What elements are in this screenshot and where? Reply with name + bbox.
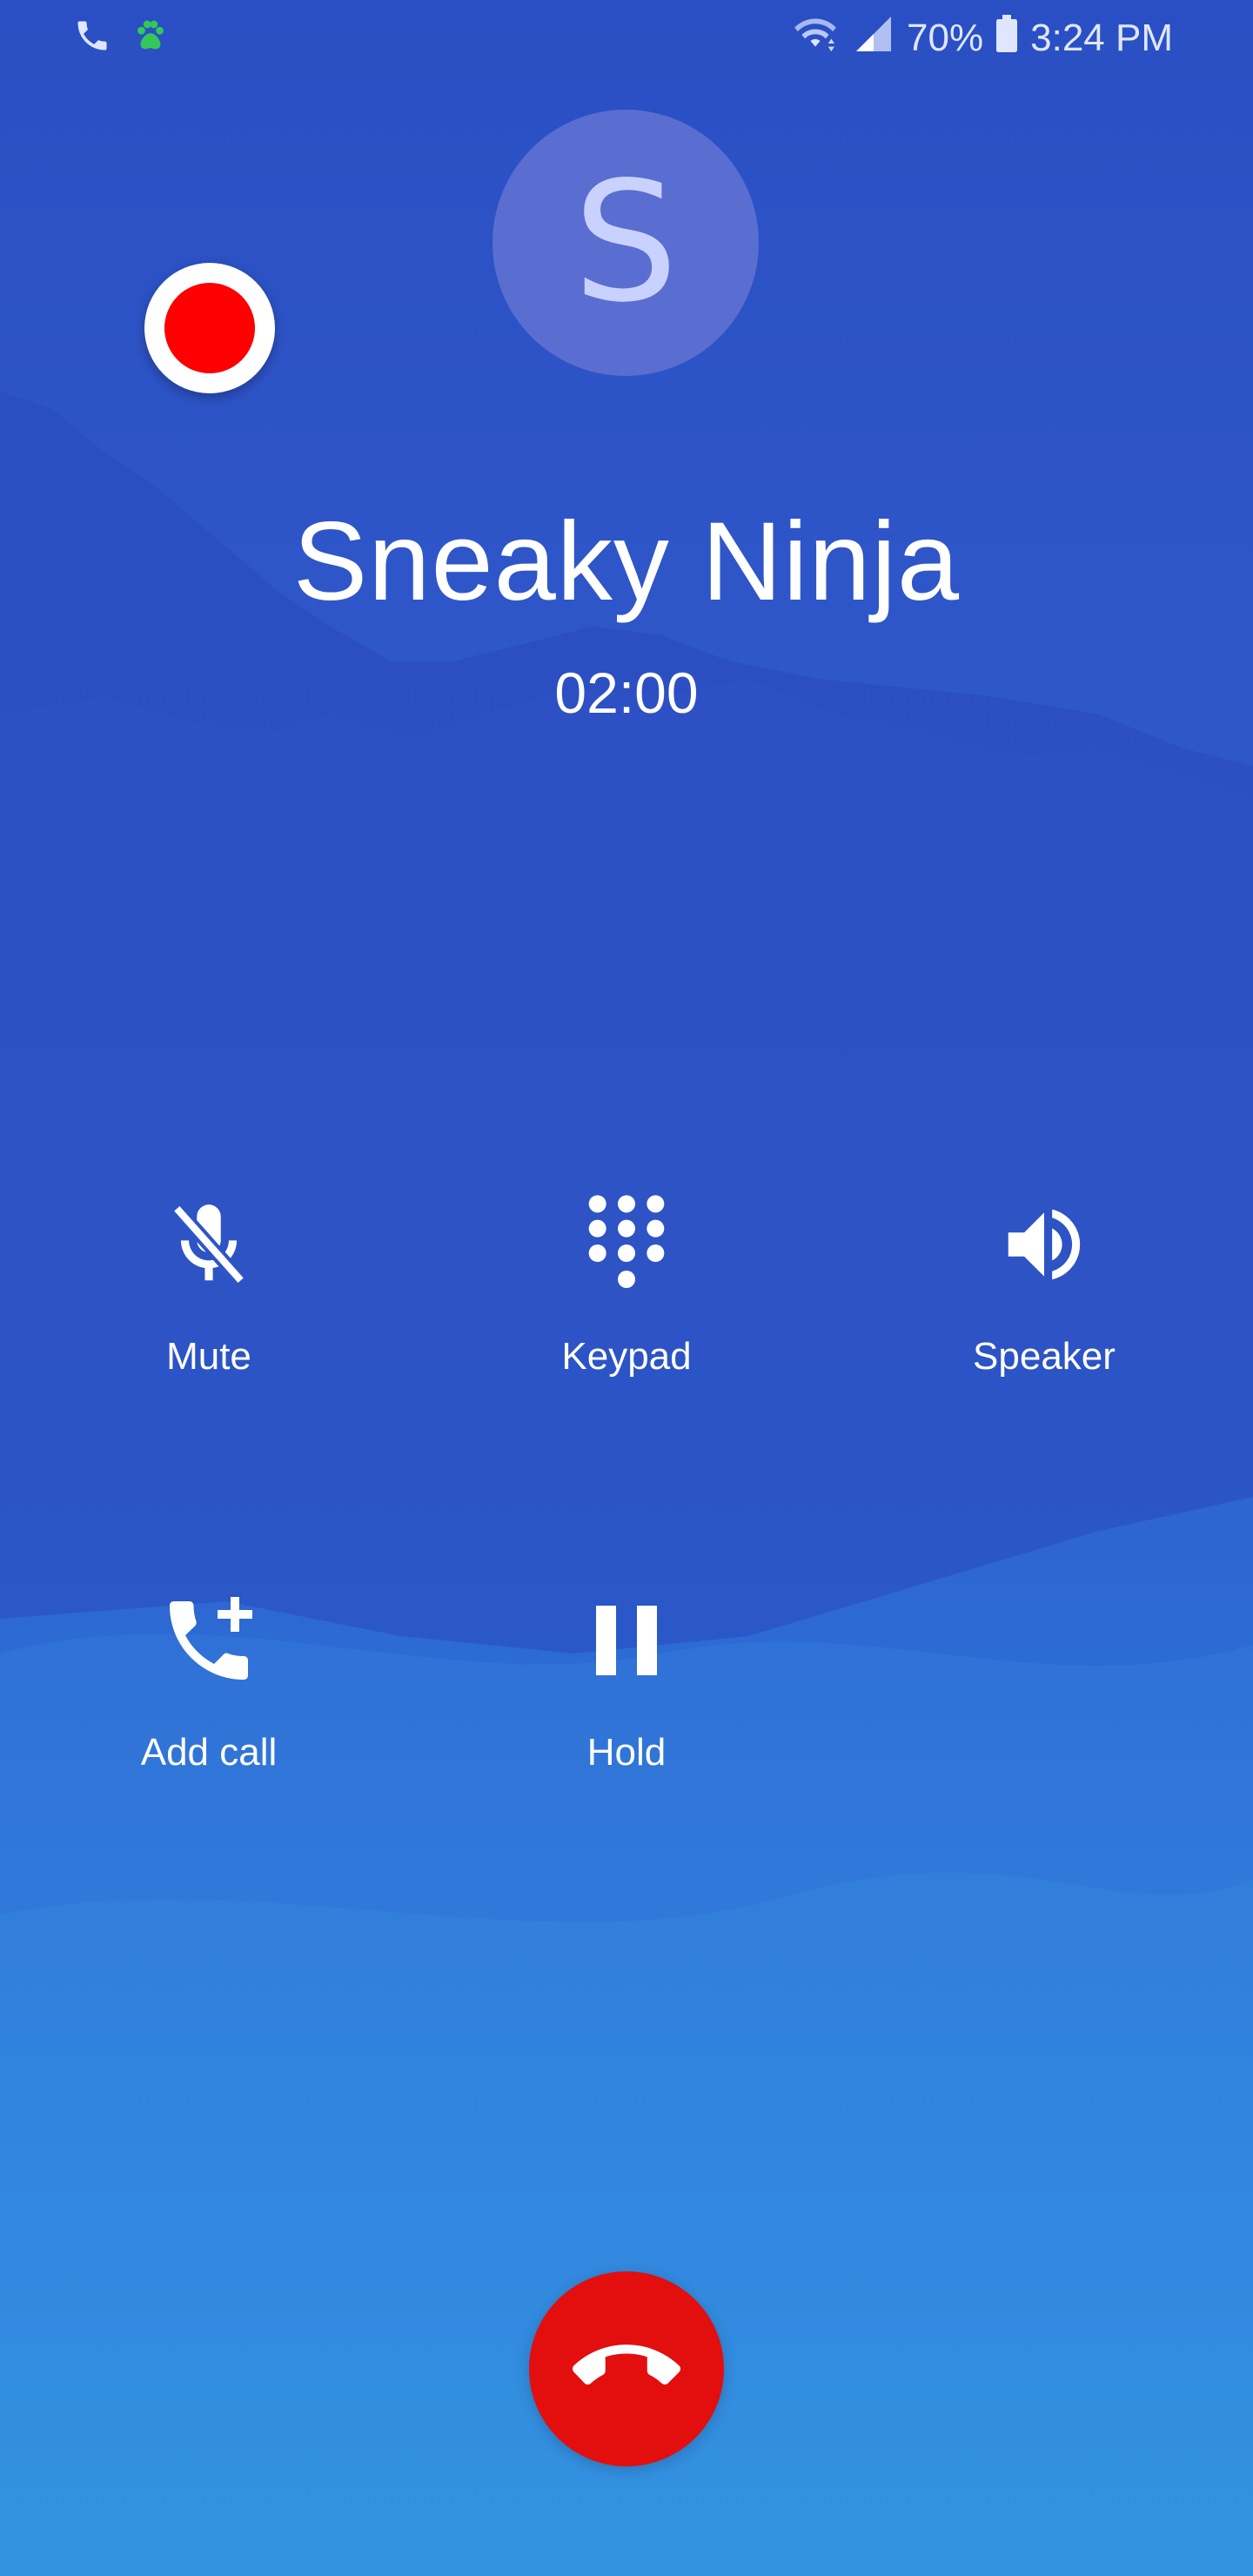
status-right: 70% 3:24 PM	[790, 10, 1173, 66]
signal-icon	[853, 15, 895, 63]
keypad-button[interactable]: Keypad	[496, 1184, 757, 1445]
dialpad-icon	[566, 1184, 687, 1305]
record-button[interactable]	[144, 263, 275, 393]
mic-off-icon	[148, 1184, 270, 1305]
battery-icon	[995, 14, 1018, 63]
speaker-icon	[983, 1184, 1105, 1305]
record-icon	[164, 283, 255, 373]
hold-button[interactable]: Hold	[496, 1580, 757, 1841]
phone-icon	[73, 17, 111, 59]
battery-percentage: 70%	[907, 17, 984, 59]
hold-label: Hold	[586, 1731, 667, 1774]
contact-avatar: S	[492, 110, 759, 376]
add-call-label: Add call	[140, 1731, 278, 1774]
add-call-button[interactable]: Add call	[78, 1580, 339, 1841]
speaker-button[interactable]: Speaker	[914, 1184, 1175, 1445]
speaker-label: Speaker	[973, 1335, 1116, 1378]
add-call-icon	[148, 1580, 270, 1701]
mute-label: Mute	[166, 1335, 251, 1378]
pause-icon	[566, 1580, 687, 1701]
keypad-label: Keypad	[561, 1335, 692, 1378]
paw-icon	[131, 16, 171, 60]
end-call-button[interactable]	[529, 2271, 724, 2466]
status-bar: 70% 3:24 PM	[0, 0, 1253, 77]
wifi-icon	[790, 15, 841, 63]
status-left	[73, 16, 171, 60]
clock: 3:24 PM	[1030, 17, 1173, 59]
hang-up-icon	[572, 2313, 680, 2425]
contact-name: Sneaky Ninja	[292, 500, 961, 624]
call-duration: 02:00	[554, 661, 699, 725]
mute-button[interactable]: Mute	[78, 1184, 339, 1445]
